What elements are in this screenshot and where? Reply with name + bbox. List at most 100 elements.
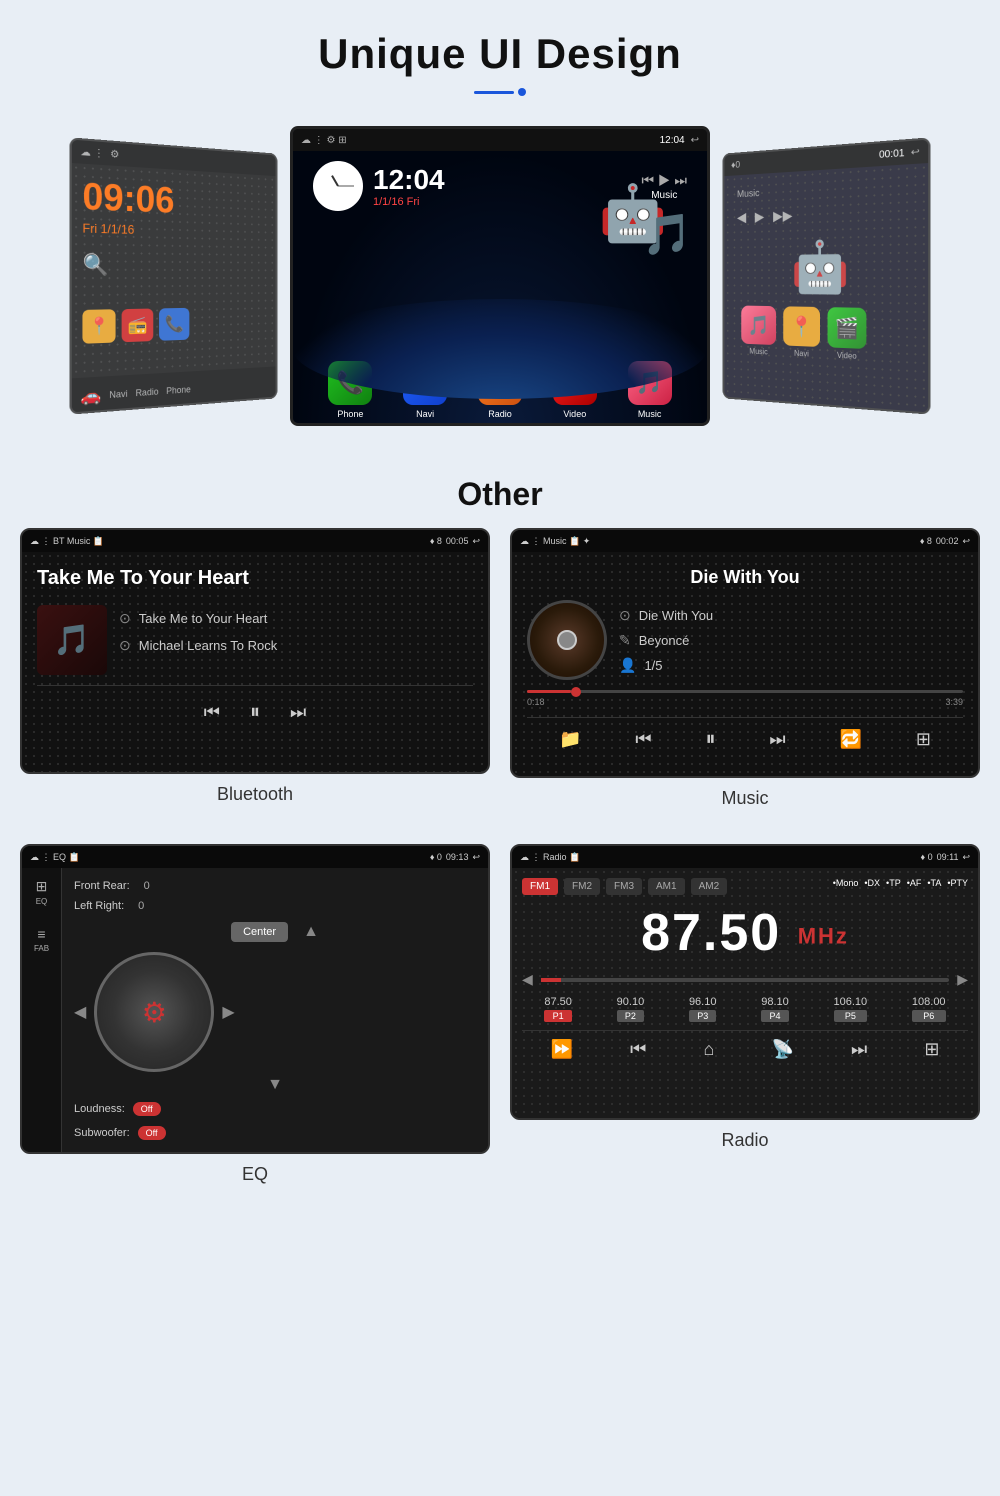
bt-bar-left-icons: ☁ ⋮ BT Music 📋	[30, 536, 104, 547]
radio-preset-3[interactable]: 96.10 P3	[689, 996, 717, 1022]
radio-preset-1-num: P1	[544, 1010, 572, 1022]
eq-wheel-row: ◀ ⚙ ▶	[74, 952, 476, 1072]
radio-preset-4[interactable]: 98.10 P4	[761, 996, 789, 1022]
music-prev-button[interactable]: ⏮	[635, 729, 651, 750]
eq-loudness-toggle[interactable]: Off	[133, 1102, 161, 1116]
eq-sidebar-eq-label: EQ	[36, 897, 48, 906]
center-date: 1/1/16 Fri	[373, 196, 445, 208]
right-screen-content: Music ◀ ▶ ▶▶ 🤖 🎵 Music 📍 Navi 🎬	[724, 163, 928, 415]
radio-tuner-slider[interactable]: ◀ ▶	[522, 971, 968, 988]
radio-band-fm1[interactable]: FM1	[522, 878, 558, 895]
radio-bar-left-icons: ☁ ⋮ Radio 📋	[520, 852, 580, 863]
eq-sidebar-eq[interactable]: ⊞ EQ	[36, 878, 48, 906]
bt-music-content: Take Me To Your Heart 🎵 ⊙ Take Me to You…	[22, 552, 488, 772]
radio-preset-2[interactable]: 90.10 P2	[617, 996, 645, 1022]
radio-preset-5[interactable]: 106.10 P5	[834, 996, 868, 1022]
music-status-bar: ☁ ⋮ Music 📋 ✦ ♦ 8 00:02 ↩	[512, 530, 978, 552]
right-play-icon[interactable]: ▶	[755, 208, 764, 225]
radio-bar-back: ↩	[962, 852, 970, 863]
bt-playback-controls: ⏮ ⏸ ⏭	[37, 685, 473, 734]
phone-app-label: Phone	[328, 409, 372, 419]
radio-menu-button[interactable]: ⊞	[924, 1039, 939, 1060]
bt-prev-button[interactable]: ⏮	[204, 702, 220, 723]
radio-opt-dx: •DX	[864, 878, 880, 895]
music-folder-button[interactable]: 📁	[559, 729, 581, 750]
phone-label: Phone	[166, 384, 191, 396]
music-bar-back: ↩	[962, 536, 970, 547]
music-track: 1/5	[644, 658, 662, 673]
left-app-icons: 📍 📻 📞	[82, 306, 267, 343]
eq-up-arrow[interactable]: ▲	[303, 923, 319, 941]
radio-home-button[interactable]: ⌂	[703, 1039, 714, 1060]
radio-preset-1-freq: 87.50	[544, 996, 572, 1008]
eq-center-button[interactable]: Center	[231, 922, 288, 942]
bt-play-button[interactable]: ⏸	[250, 701, 260, 724]
eq-loudness-label: Loudness:	[74, 1103, 125, 1115]
eq-subwoofer-label: Subwoofer:	[74, 1127, 130, 1139]
radio-frequency-display: 87.50 MHz	[522, 903, 968, 963]
radio-prev-button[interactable]: ⏮	[630, 1039, 646, 1060]
eq-left-right-label: Left Right:	[74, 900, 124, 912]
radio-band-am2[interactable]: AM2	[691, 878, 728, 895]
music-track-icon: 👤	[619, 657, 636, 674]
music-menu-button[interactable]: ⊞	[916, 729, 931, 750]
navi-icon[interactable]: 📍	[82, 309, 115, 344]
right-app-music[interactable]: 🎵 Music	[741, 306, 776, 357]
music-repeat-button[interactable]: 🔁	[840, 729, 862, 750]
phone-icon[interactable]: 📞	[159, 308, 189, 341]
right-bar-back: ↩	[911, 146, 920, 158]
radio-bar-gps: ♦ 0	[920, 852, 932, 862]
radio-band-fm2[interactable]: FM2	[564, 878, 600, 895]
radio-fast-fwd-icon[interactable]: ⏩	[551, 1039, 573, 1060]
right-app-navi[interactable]: 📍 Navi	[783, 306, 820, 359]
music-note-decoration: 🎵	[642, 211, 692, 258]
right-navi-icon: 📍	[783, 306, 820, 347]
radio-preset-6-num: P6	[912, 1010, 946, 1022]
right-app-video[interactable]: 🎬 Video	[828, 307, 867, 361]
music-progress-bar	[527, 690, 963, 693]
bt-next-button[interactable]: ⏭	[290, 702, 306, 723]
eq-bar-time: 09:13	[446, 852, 469, 862]
bt-song-title: Take Me To Your Heart	[37, 567, 473, 590]
right-next-icon[interactable]: ▶▶	[773, 207, 792, 224]
radio-icon[interactable]: 📻	[122, 309, 154, 343]
eq-main: Front Rear: 0 Left Right: 0 Center ▲ ◀	[62, 868, 488, 1152]
eq-right-arrow[interactable]: ▶	[222, 1002, 234, 1022]
eq-status-bar: ☁ ⋮ EQ 📋 ♦ 0 09:13 ↩	[22, 846, 488, 868]
radio-slider-bg	[541, 978, 949, 982]
eq-wheel[interactable]: ⚙	[94, 952, 214, 1072]
eq-sidebar-fab[interactable]: ≡ FAB	[34, 926, 49, 953]
music-progress-container[interactable]: 0:18 3:39	[527, 690, 963, 707]
center-bar-time: 12:04	[660, 135, 685, 146]
right-bar-time: 00:01	[879, 147, 905, 160]
music-progress-fill	[527, 690, 571, 693]
bt-status-bar: ☁ ⋮ BT Music 📋 ♦ 8 00:05 ↩	[22, 530, 488, 552]
eq-sidebar: ⊞ EQ ≡ FAB	[22, 868, 62, 1152]
right-app-icons: 🎵 Music 📍 Navi 🎬 Video	[733, 296, 918, 375]
radio-preset-5-num: P5	[834, 1010, 868, 1022]
right-music-app-label: Music	[741, 346, 776, 356]
music-song-title: Die With You	[527, 567, 963, 588]
header-section: Unique UI Design	[0, 0, 1000, 116]
radio-next-button[interactable]: ⏭	[851, 1039, 867, 1060]
video-app-label: Video	[553, 409, 597, 419]
eq-left-arrow[interactable]: ◀	[74, 1002, 86, 1022]
triptych-container: ☁ ⋮ ⚙ 09:06 Fri 1/1/16 🔍 📍 📻 📞 🚗 Navi Ra…	[0, 116, 1000, 456]
radio-seek-next-icon[interactable]: ▶	[957, 971, 968, 988]
eq-subwoofer-toggle[interactable]: Off	[138, 1126, 166, 1140]
radio-seek-prev-icon[interactable]: ◀	[522, 971, 533, 988]
music-detail: ⊙ Die With You ✎ Beyoncé 👤 1/5	[527, 600, 963, 680]
right-prev-icon[interactable]: ◀	[737, 209, 746, 226]
eq-card-label: EQ	[20, 1154, 490, 1200]
eq-equalizer-icon: ⊞	[36, 878, 48, 895]
radio-band-fm3[interactable]: FM3	[606, 878, 642, 895]
music-play-button[interactable]: ⏸	[705, 728, 715, 751]
radio-preset-3-num: P3	[689, 1010, 717, 1022]
radio-preset-6[interactable]: 108.00 P6	[912, 996, 946, 1022]
bt-song-icon: ⊙	[119, 610, 131, 627]
eq-down-arrow[interactable]: ▼	[74, 1076, 476, 1094]
radio-band-am1[interactable]: AM1	[648, 878, 685, 895]
radio-antenna-icon[interactable]: 📡	[771, 1039, 793, 1060]
radio-preset-1[interactable]: 87.50 P1	[544, 996, 572, 1022]
music-next-button[interactable]: ⏭	[769, 729, 785, 750]
